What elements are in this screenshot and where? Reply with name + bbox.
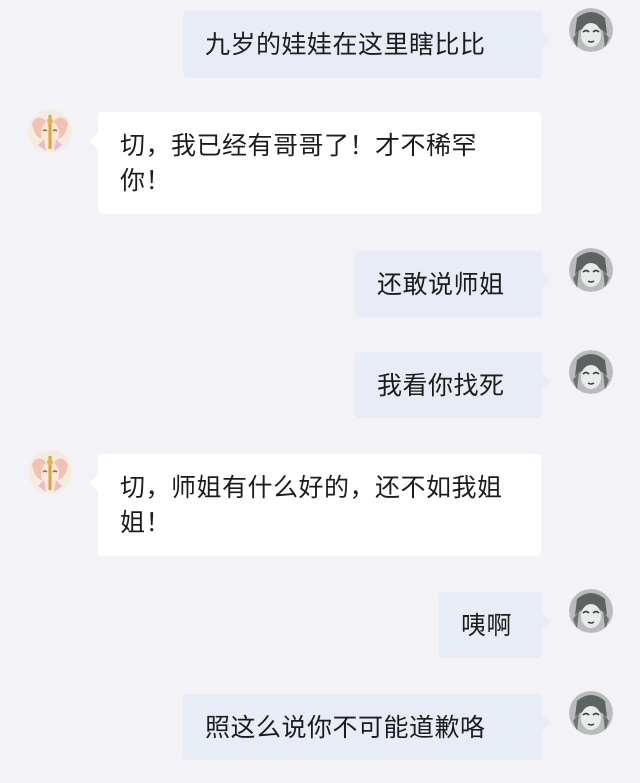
message-text: 切，我已经有哥哥了！才不稀罕你！ bbox=[120, 131, 478, 195]
message-text: 九岁的娃娃在这里瞎比比 bbox=[205, 30, 486, 59]
contact-avatar-icon[interactable] bbox=[28, 109, 72, 153]
bubble-tail bbox=[541, 271, 551, 289]
message-bubble-outgoing[interactable]: 照这么说你不可能道歉咯 bbox=[183, 694, 551, 760]
bubble-tail bbox=[541, 372, 551, 390]
message-text: 咦啊 bbox=[461, 611, 513, 640]
user-avatar-icon[interactable] bbox=[569, 350, 613, 394]
user-avatar-icon[interactable] bbox=[569, 8, 613, 52]
user-avatar-icon[interactable] bbox=[569, 248, 613, 292]
contact-avatar-icon[interactable] bbox=[28, 450, 72, 494]
bubble-tail bbox=[541, 714, 551, 732]
bubble-tail bbox=[541, 612, 551, 630]
message-bubble-incoming[interactable]: 切，我已经有哥哥了！才不稀罕你！ bbox=[89, 112, 541, 214]
user-avatar-icon[interactable] bbox=[569, 589, 613, 633]
message-text: 还敢说师姐 bbox=[377, 270, 505, 299]
message-text: 切，师姐有什么好的，还不如我姐姐！ bbox=[120, 473, 503, 537]
message-text: 照这么说你不可能道歉咯 bbox=[205, 713, 486, 742]
message-bubble-incoming[interactable]: 切，师姐有什么好的，还不如我姐姐！ bbox=[89, 454, 541, 556]
chat-conversation: 九岁的娃娃在这里瞎比比 切，我已经有哥哥了！才不稀罕你！ 还敢说师姐 我看你找死 bbox=[0, 0, 640, 783]
user-avatar-icon[interactable] bbox=[569, 691, 613, 735]
message-bubble-outgoing[interactable]: 我看你找死 bbox=[355, 352, 551, 418]
message-bubble-outgoing[interactable]: 还敢说师姐 bbox=[355, 251, 551, 317]
bubble-tail bbox=[541, 31, 551, 49]
bubble-tail bbox=[89, 474, 99, 492]
message-text: 我看你找死 bbox=[377, 371, 505, 400]
message-bubble-outgoing[interactable]: 咦啊 bbox=[439, 592, 551, 658]
message-bubble-outgoing[interactable]: 九岁的娃娃在这里瞎比比 bbox=[183, 11, 551, 78]
bubble-tail bbox=[89, 132, 99, 150]
